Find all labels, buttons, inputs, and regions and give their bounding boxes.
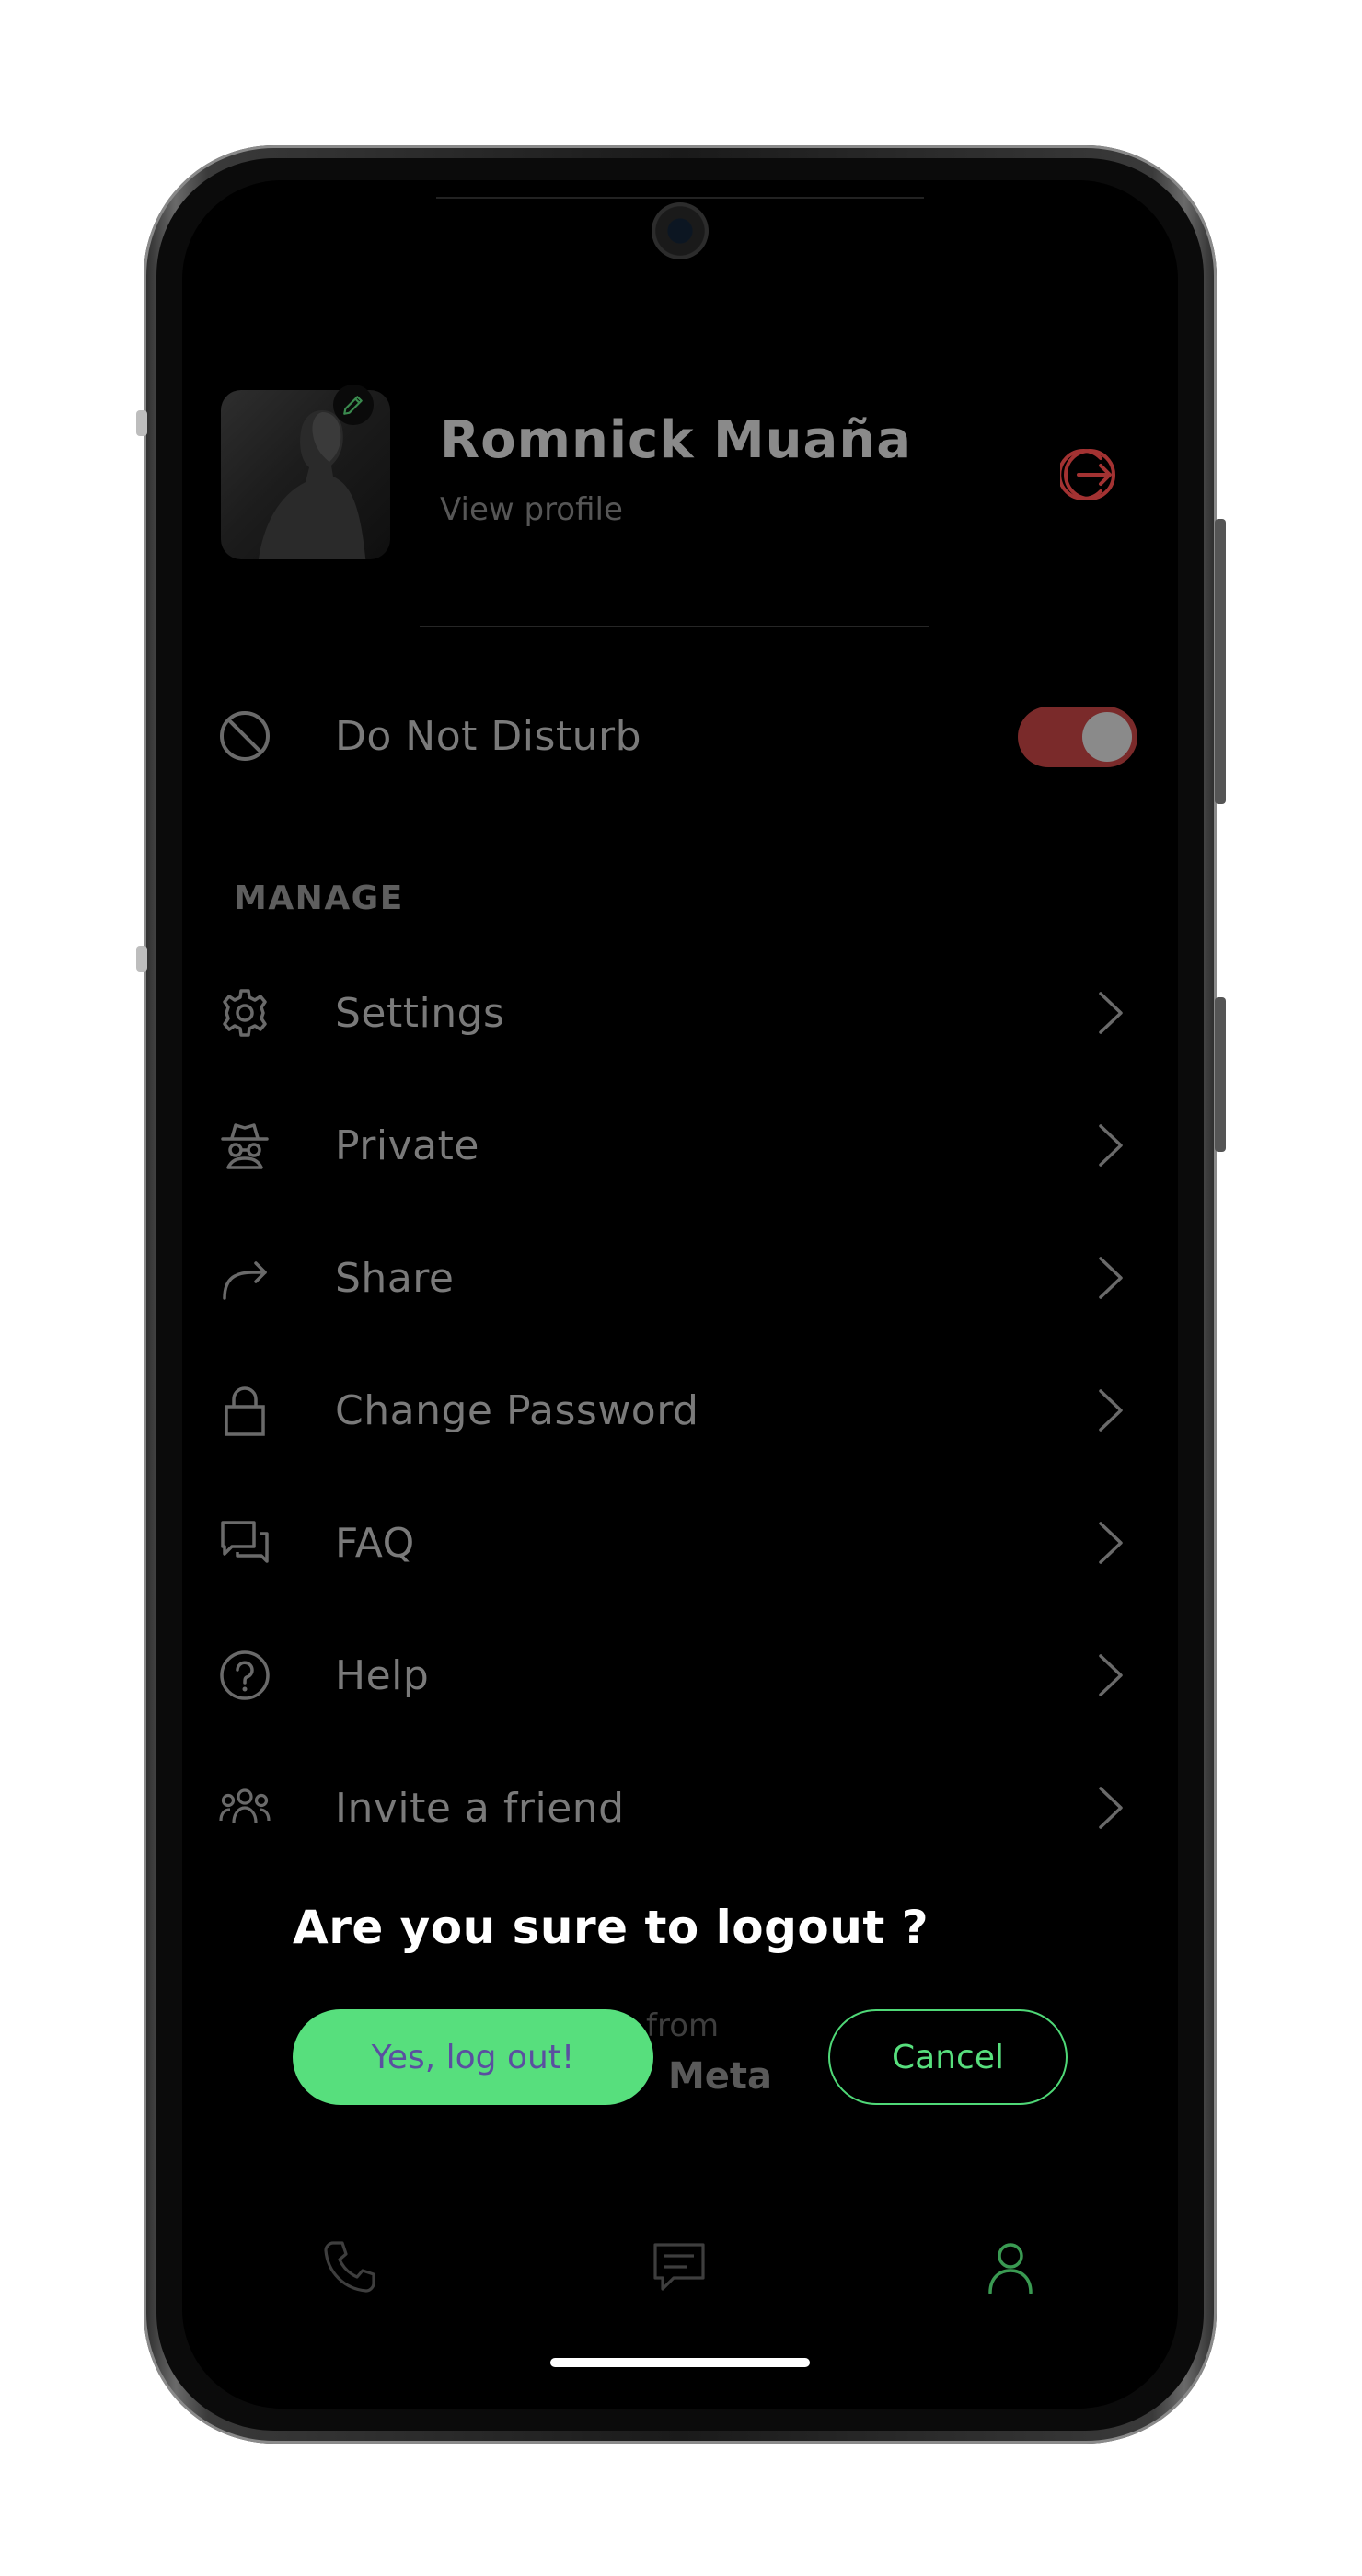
menu-item-faq[interactable]: FAQ bbox=[182, 1492, 1178, 1593]
logout-icon[interactable] bbox=[1060, 445, 1119, 504]
confirm-logout-button[interactable]: Yes, log out! bbox=[293, 2009, 653, 2105]
chevron-right-icon bbox=[1099, 1389, 1123, 1432]
chevron-right-icon bbox=[1099, 1787, 1123, 1829]
person-icon[interactable] bbox=[981, 2237, 1040, 2296]
group-icon bbox=[219, 1788, 271, 1823]
pencil-icon bbox=[343, 396, 363, 415]
phone-icon[interactable] bbox=[320, 2237, 379, 2296]
menu-item-label: Private bbox=[335, 1122, 479, 1169]
toggle-knob bbox=[1082, 712, 1132, 762]
message-icon[interactable] bbox=[650, 2237, 709, 2296]
profile-name: Romnick Muaña bbox=[440, 410, 912, 470]
edit-avatar-button[interactable] bbox=[333, 385, 374, 425]
do-not-disturb-toggle[interactable] bbox=[1018, 707, 1137, 767]
chat-bubbles-icon bbox=[221, 1521, 269, 1563]
chevron-right-icon bbox=[1099, 1654, 1123, 1696]
phone-volume-button bbox=[1215, 997, 1226, 1152]
chevron-right-icon bbox=[1099, 992, 1123, 1034]
menu-item-settings[interactable]: Settings bbox=[182, 962, 1178, 1064]
lock-icon bbox=[225, 1386, 265, 1436]
front-camera bbox=[652, 202, 709, 259]
view-profile-link[interactable]: View profile bbox=[440, 491, 623, 528]
phone-left-button-1 bbox=[136, 410, 147, 436]
block-icon bbox=[220, 711, 270, 761]
phone-power-button bbox=[1215, 519, 1226, 804]
do-not-disturb-label: Do Not Disturb bbox=[335, 713, 642, 760]
menu-item-change-password[interactable]: Change Password bbox=[182, 1360, 1178, 1461]
menu-item-label: Invite a friend bbox=[335, 1785, 625, 1832]
manage-section-label: MANAGE bbox=[234, 880, 404, 917]
cancel-logout-button[interactable]: Cancel bbox=[828, 2009, 1068, 2105]
menu-item-label: Help bbox=[335, 1652, 430, 1699]
screen: Romnick Muaña View profile Do Not Distur… bbox=[182, 180, 1178, 2409]
header-divider bbox=[420, 626, 929, 627]
gear-icon bbox=[223, 989, 267, 1037]
menu-item-private[interactable]: Private bbox=[182, 1095, 1178, 1196]
footer-brand-text: Meta bbox=[668, 2055, 773, 2098]
menu-item-label: FAQ bbox=[335, 1520, 415, 1567]
help-circle-icon bbox=[220, 1650, 270, 1700]
menu-item-share[interactable]: Share bbox=[182, 1227, 1178, 1328]
chevron-right-icon bbox=[1099, 1257, 1123, 1299]
logout-dialog-title: Are you sure to logout ? bbox=[293, 1901, 929, 1954]
chevron-right-icon bbox=[1099, 1124, 1123, 1167]
menu-item-help[interactable]: Help bbox=[182, 1625, 1178, 1726]
footer-from-text: from bbox=[646, 2007, 720, 2044]
menu-item-label: Change Password bbox=[335, 1387, 699, 1434]
menu-item-label: Settings bbox=[335, 990, 505, 1037]
share-arrow-icon bbox=[223, 1261, 267, 1300]
menu-item-invite-friend[interactable]: Invite a friend bbox=[182, 1757, 1178, 1858]
bezel-line bbox=[436, 197, 924, 199]
menu-item-label: Share bbox=[335, 1255, 455, 1302]
home-indicator[interactable] bbox=[550, 2358, 810, 2367]
incognito-icon bbox=[221, 1123, 269, 1169]
chevron-right-icon bbox=[1099, 1522, 1123, 1564]
phone-left-button-2 bbox=[136, 946, 147, 972]
